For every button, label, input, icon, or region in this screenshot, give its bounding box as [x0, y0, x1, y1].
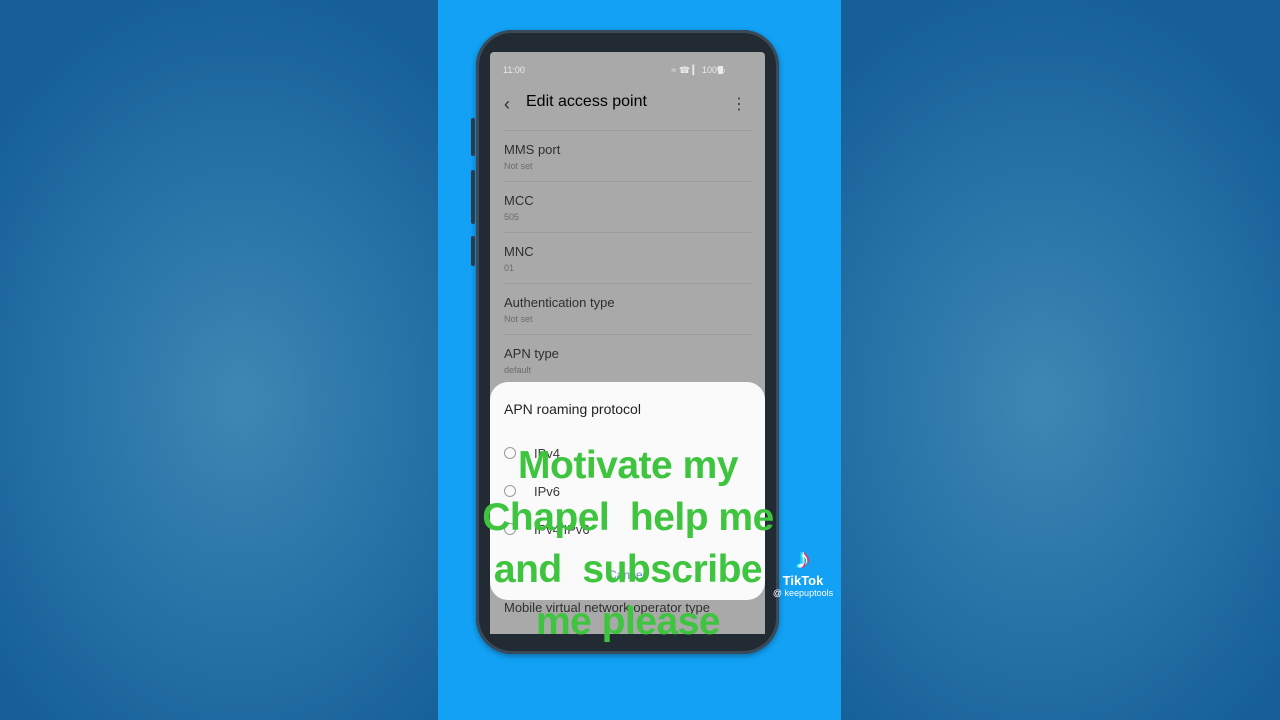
battery-icon	[718, 66, 723, 74]
caption-overlay: Motivate my Chapel help me and subscribe…	[438, 440, 818, 648]
setting-value: default	[504, 365, 532, 375]
setting-row-mnc[interactable]: MNC 01	[504, 232, 752, 283]
setting-value: 01	[504, 263, 515, 273]
tiktok-logo-icon: ♪	[796, 543, 810, 574]
caption-line: and subscribe	[493, 548, 763, 591]
left-blurred-background	[0, 0, 438, 720]
back-arrow-icon[interactable]: ‹	[504, 94, 510, 115]
setting-label: MCC	[504, 193, 534, 208]
tiktok-watermark: ♪ TikTok @ keepuptools	[766, 543, 840, 599]
setting-label: MNC	[504, 244, 534, 259]
setting-label: MMS port	[504, 142, 561, 157]
setting-row-authentication-type[interactable]: Authentication type Not set	[504, 283, 752, 334]
setting-row-mms-port[interactable]: MMS port Not set	[504, 130, 752, 181]
tiktok-brand: TikTok	[782, 573, 824, 588]
setting-value: Not set	[504, 314, 533, 324]
caption-line: me please	[535, 600, 721, 643]
right-blurred-background	[841, 0, 1280, 720]
setting-label: APN type	[504, 346, 559, 361]
setting-value: Not set	[504, 161, 533, 171]
dialog-title: APN roaming protocol	[504, 401, 641, 417]
setting-row-apn-type[interactable]: APN type default	[504, 334, 752, 385]
page-title: Edit access point	[526, 93, 647, 110]
volume-button	[471, 118, 475, 156]
setting-value: 505	[504, 212, 520, 222]
caption-line: Chapel help me	[482, 496, 774, 539]
caption-line: Motivate my	[518, 444, 738, 487]
setting-label: Authentication type	[504, 295, 615, 310]
volume-button	[471, 170, 475, 224]
setting-row-mcc[interactable]: MCC 505	[504, 181, 752, 232]
more-options-icon[interactable]: ⋮	[731, 94, 747, 114]
status-icons: ≈ ☎ ▎ 100%	[671, 65, 725, 75]
status-time: 11:00	[503, 65, 525, 75]
tiktok-handle: @ keepuptools	[772, 588, 834, 598]
status-bar: 11:00 ≈ ☎ ▎ 100%	[490, 52, 765, 86]
bixby-button	[471, 236, 475, 266]
